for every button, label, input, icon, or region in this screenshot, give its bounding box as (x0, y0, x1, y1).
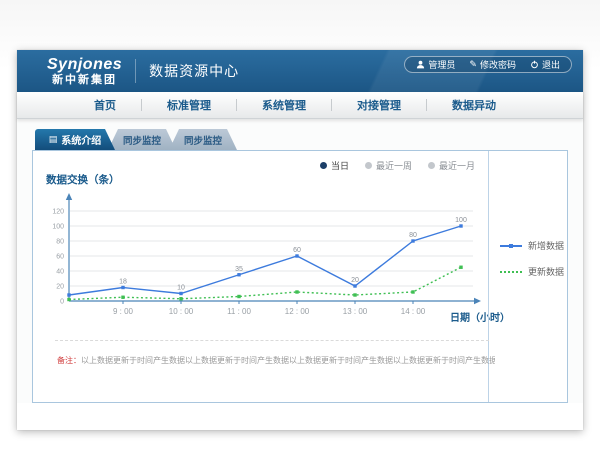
svg-text:18: 18 (119, 279, 127, 286)
radio-label: 最近一周 (376, 159, 412, 172)
radio-1[interactable]: 最近一周 (365, 159, 412, 172)
note-separator (55, 340, 489, 341)
logout-label: 退出 (542, 58, 560, 71)
radio-dot-icon (320, 162, 327, 169)
radio-dot-icon (365, 162, 372, 169)
svg-text:100: 100 (455, 217, 467, 224)
svg-text:10 : 00: 10 : 00 (169, 307, 194, 316)
power-icon (530, 60, 539, 69)
nav-item-2[interactable]: 系统管理 (237, 97, 331, 113)
line-chart: 0 20 40 60 80 100 120 9 : 00 10 : 00 11 : 00 12 : … (33, 191, 488, 331)
footnote: 备注：以上数据更新于时间产生数据以上数据更新于时间产生数据以上数据更新于时间产生… (57, 355, 495, 366)
logo-text-cn: 新中新集团 (47, 74, 122, 86)
radio-0[interactable]: 当日 (320, 159, 349, 172)
svg-text:0: 0 (60, 299, 64, 306)
tab-label: 系统介绍 (61, 132, 101, 147)
main-nav: 首页标准管理系统管理对接管理数据异动 (17, 92, 583, 119)
svg-text:100: 100 (52, 224, 64, 231)
time-range-filter: 当日 最近一周 最近一月 (320, 159, 475, 172)
dotted-line-swatch-icon (500, 271, 522, 273)
svg-text:35: 35 (235, 266, 243, 273)
svg-text:12 : 00: 12 : 00 (285, 307, 310, 316)
svg-text:13 : 00: 13 : 00 (343, 307, 368, 316)
nav-item-1[interactable]: 标准管理 (142, 97, 236, 113)
tab-label: 同步监控 (184, 133, 222, 147)
footnote-text: 以上数据更新于时间产生数据以上数据更新于时间产生数据以上数据更新于时间产生数据以… (81, 356, 495, 365)
radio-label: 当日 (331, 159, 349, 172)
tab-bar: ▤系统介绍同步监控同步监控 (35, 129, 583, 150)
tab-2[interactable]: 同步监控 (169, 129, 237, 150)
series-新增数据: 18 10 35 60 20 80 100 (67, 217, 467, 297)
user-toolbar: 管理员 ✎ 修改密码 退出 (404, 56, 572, 73)
chart-legend: 新增数据更新数据 (488, 151, 567, 402)
legend-item-1: 更新数据 (500, 265, 567, 278)
document-icon: ▤ (49, 135, 58, 144)
change-password-label: 修改密码 (480, 58, 516, 71)
user-menu[interactable]: 管理员 (416, 58, 455, 71)
nav-item-0[interactable]: 首页 (69, 97, 141, 113)
svg-text:20: 20 (351, 277, 359, 284)
svg-text:60: 60 (293, 247, 301, 254)
svg-text:40: 40 (56, 269, 64, 276)
y-axis-title: 数据交换（条） (46, 172, 120, 187)
logo: Synjones 新中新集团 (47, 56, 122, 86)
nav-item-3[interactable]: 对接管理 (332, 97, 426, 113)
marker-icon (509, 244, 513, 248)
svg-text:10: 10 (177, 285, 185, 292)
user-name-label: 管理员 (428, 58, 455, 71)
chart-panel: 当日 最近一周 最近一月 数据交换（条） 0 20 40 60 80 100 120 9 : 00… (32, 150, 568, 403)
edit-icon: ✎ (469, 60, 477, 69)
radio-dot-icon (428, 162, 435, 169)
radio-label: 最近一月 (439, 159, 475, 172)
page-title: 数据资源中心 (149, 61, 239, 81)
svg-text:11 : 00: 11 : 00 (227, 307, 251, 316)
legend-label: 更新数据 (528, 265, 564, 278)
content-area: ▤系统介绍同步监控同步监控 当日最近一周最近一月 数据交换（条） 0204060… (17, 119, 583, 403)
logo-text-en: Synjones (47, 56, 122, 74)
app-header: Synjones 新中新集团 数据资源中心 管理员 ✎ 修改密码 退出 (17, 50, 583, 92)
legend-label: 新增数据 (528, 239, 564, 252)
nav-item-4[interactable]: 数据异动 (427, 97, 521, 113)
tab-1[interactable]: 同步监控 (108, 129, 176, 150)
svg-text:120: 120 (52, 209, 64, 216)
change-password-button[interactable]: ✎ 修改密码 (469, 58, 516, 71)
legend-item-0: 新增数据 (500, 239, 567, 252)
svg-text:9 : 00: 9 : 00 (113, 307, 134, 316)
svg-text:80: 80 (56, 239, 64, 246)
app-window: Synjones 新中新集团 数据资源中心 管理员 ✎ 修改密码 退出 首页标准… (17, 50, 583, 430)
svg-text:80: 80 (409, 232, 417, 239)
svg-text:14 : 00: 14 : 00 (401, 307, 426, 316)
tab-label: 同步监控 (123, 133, 161, 147)
header-divider (135, 59, 136, 83)
logout-button[interactable]: 退出 (530, 58, 560, 71)
svg-text:60: 60 (56, 254, 64, 261)
user-icon (416, 60, 425, 69)
solid-line-swatch-icon (500, 245, 522, 247)
tab-0[interactable]: ▤系统介绍 (35, 129, 115, 150)
radio-2[interactable]: 最近一月 (428, 159, 475, 172)
svg-text:20: 20 (56, 284, 64, 291)
footnote-prefix: 备注： (57, 356, 81, 365)
